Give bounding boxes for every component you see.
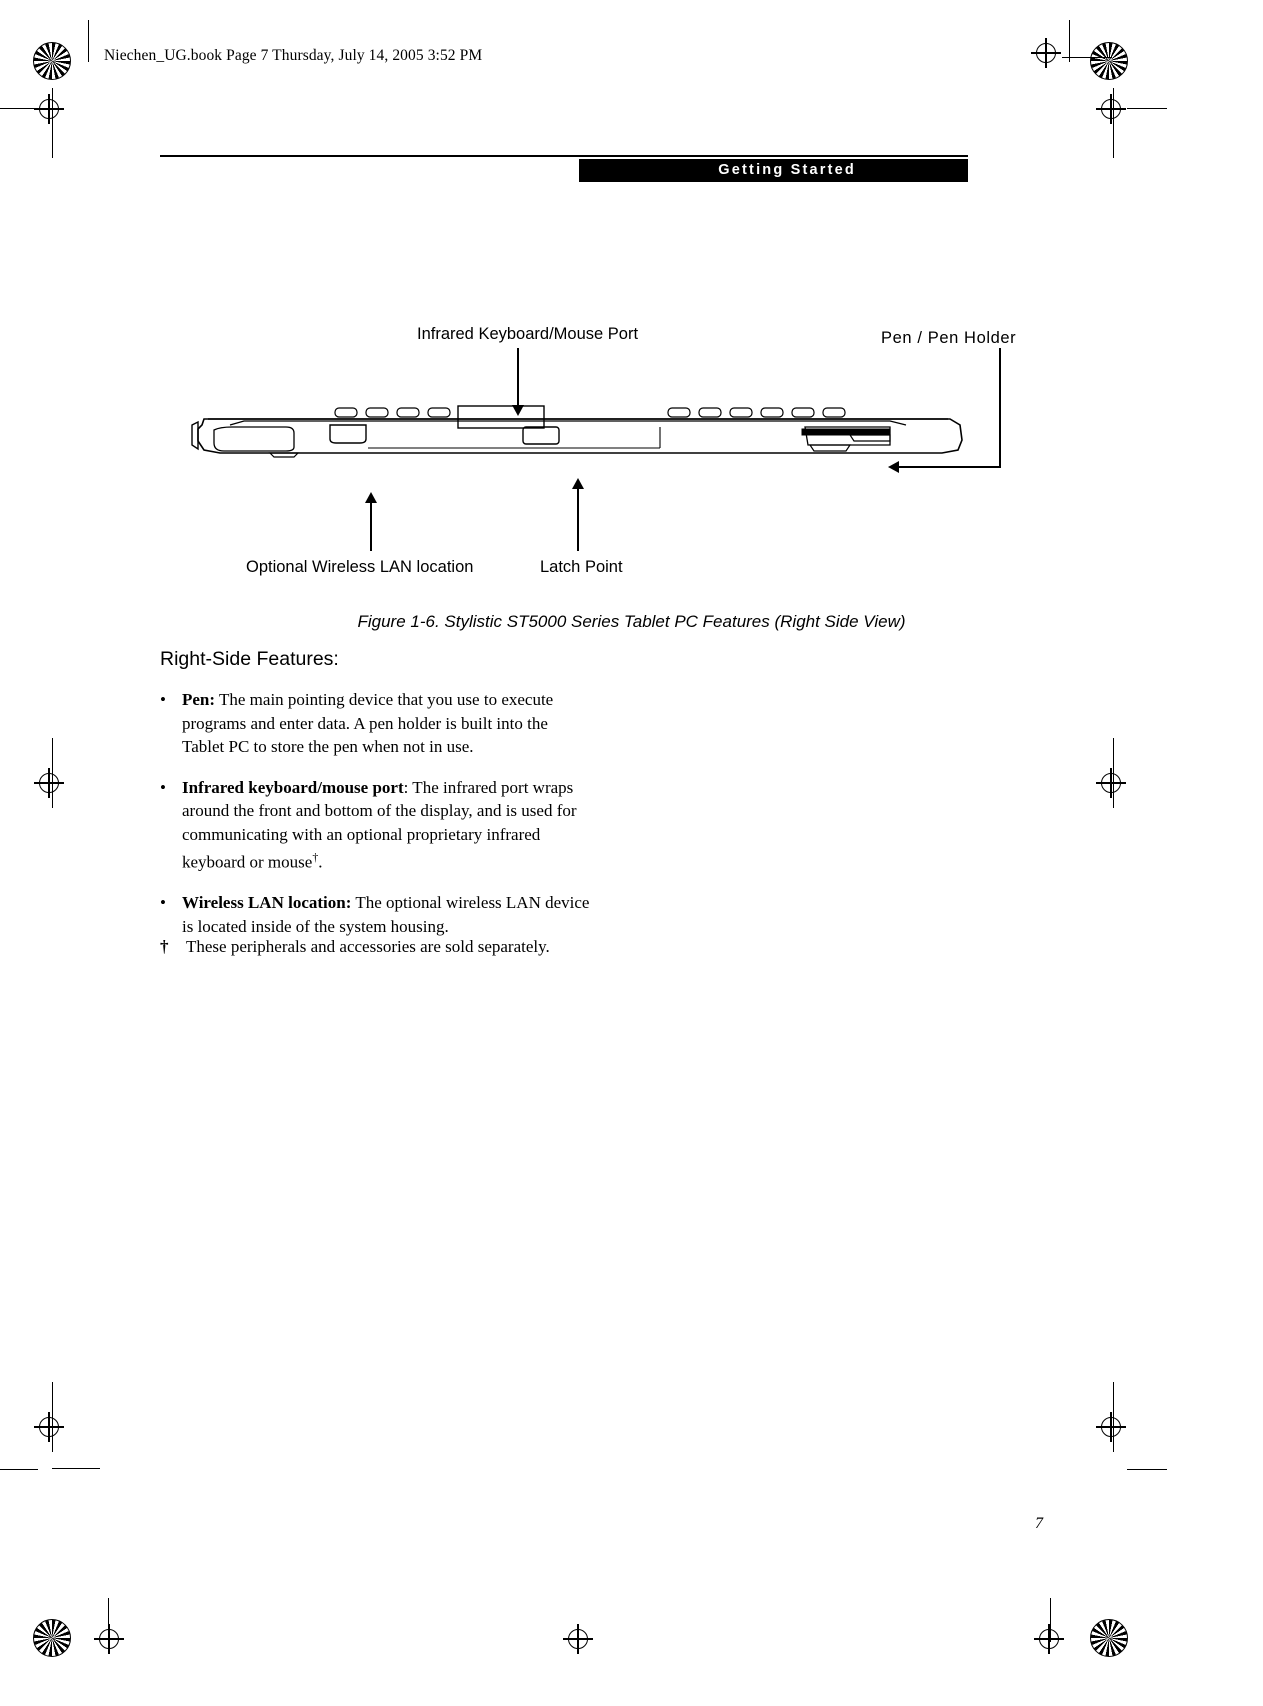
- crop-line-bottom-bar-right: [1050, 1598, 1052, 1642]
- leader-infrared-port: [517, 348, 519, 408]
- registration-starburst-bottom-right: [1090, 1619, 1128, 1657]
- label-pen-holder: Pen / Pen Holder: [881, 329, 1017, 347]
- document-page: Niechen_UG.book Page 7 Thursday, July 14…: [0, 0, 1263, 1706]
- label-wireless-lan: Optional Wireless LAN location: [246, 558, 474, 576]
- bullet-body: Wireless LAN location: The optional wire…: [182, 891, 590, 938]
- label-latch-point: Latch Point: [540, 558, 623, 576]
- bullet-term: Wireless LAN location:: [182, 893, 352, 913]
- tablet-side-view-illustration: [191, 405, 963, 458]
- footnote-text: These peripherals and accessories are so…: [186, 937, 550, 956]
- bullet-description: The main pointing device that you use to…: [182, 690, 554, 756]
- bullet-marker: •: [160, 893, 166, 913]
- leader-arrow-latch-point: [572, 478, 584, 489]
- registration-target-left-middle: [34, 768, 64, 798]
- registration-target-right-lower: [1096, 1412, 1126, 1442]
- bullet-term: Infrared keyboard/mouse port: [182, 777, 404, 797]
- registration-target-right-middle: [1096, 768, 1126, 798]
- bullet-marker: •: [160, 690, 166, 709]
- registration-target-bottom-center: [563, 1624, 593, 1654]
- crop-line-bottom-rule-left: [52, 1468, 100, 1470]
- crop-line-low-right: [1113, 1382, 1115, 1452]
- crop-line-low-left: [52, 1382, 54, 1452]
- bullet-body: Infrared keyboard/mouse port: The infrar…: [182, 776, 590, 875]
- registration-starburst-bottom-left: [33, 1619, 71, 1657]
- label-infrared-port: Infrared Keyboard/Mouse Port: [417, 325, 639, 343]
- crop-line-mid-left: [52, 738, 54, 808]
- footnote-mark: †: [160, 937, 169, 956]
- bullet-marker: •: [160, 777, 166, 797]
- bullet-description-suffix: .: [318, 852, 323, 872]
- section-heading: Right-Side Features:: [160, 648, 339, 670]
- registration-target-bottom-right: [1034, 1624, 1064, 1654]
- page-number: 7: [1035, 1515, 1043, 1532]
- list-item: • Infrared keyboard/mouse port: The infr…: [160, 776, 590, 875]
- crop-line-mid-right: [1113, 738, 1115, 808]
- bullet-term: Pen:: [182, 690, 216, 709]
- crop-line-bottom-right-horizontal: [1127, 1469, 1167, 1471]
- feature-bullet-list: • Pen: The main pointing device that you…: [160, 688, 590, 955]
- list-item: • Pen: The main pointing device that you…: [160, 688, 590, 759]
- leader-latch-point: [577, 489, 579, 551]
- list-item: • Wireless LAN location: The optional wi…: [160, 891, 590, 938]
- figure-right-side-view: Infrared Keyboard/Mouse Port Pen / Pen H…: [0, 0, 1263, 600]
- crop-line-bottom-bar-left: [108, 1598, 110, 1642]
- footnote: † These peripherals and accessories are …: [160, 935, 680, 959]
- leader-pen-holder-vertical: [999, 348, 1001, 467]
- figure-caption: Figure 1-6. Stylistic ST5000 Series Tabl…: [357, 612, 906, 631]
- crop-line-bottom-left-horizontal: [0, 1469, 38, 1471]
- leader-wireless-lan: [370, 503, 372, 551]
- bullet-body: Pen: The main pointing device that you u…: [182, 688, 590, 759]
- leader-arrow-wireless-lan: [365, 492, 377, 503]
- registration-target-left-lower: [34, 1412, 64, 1442]
